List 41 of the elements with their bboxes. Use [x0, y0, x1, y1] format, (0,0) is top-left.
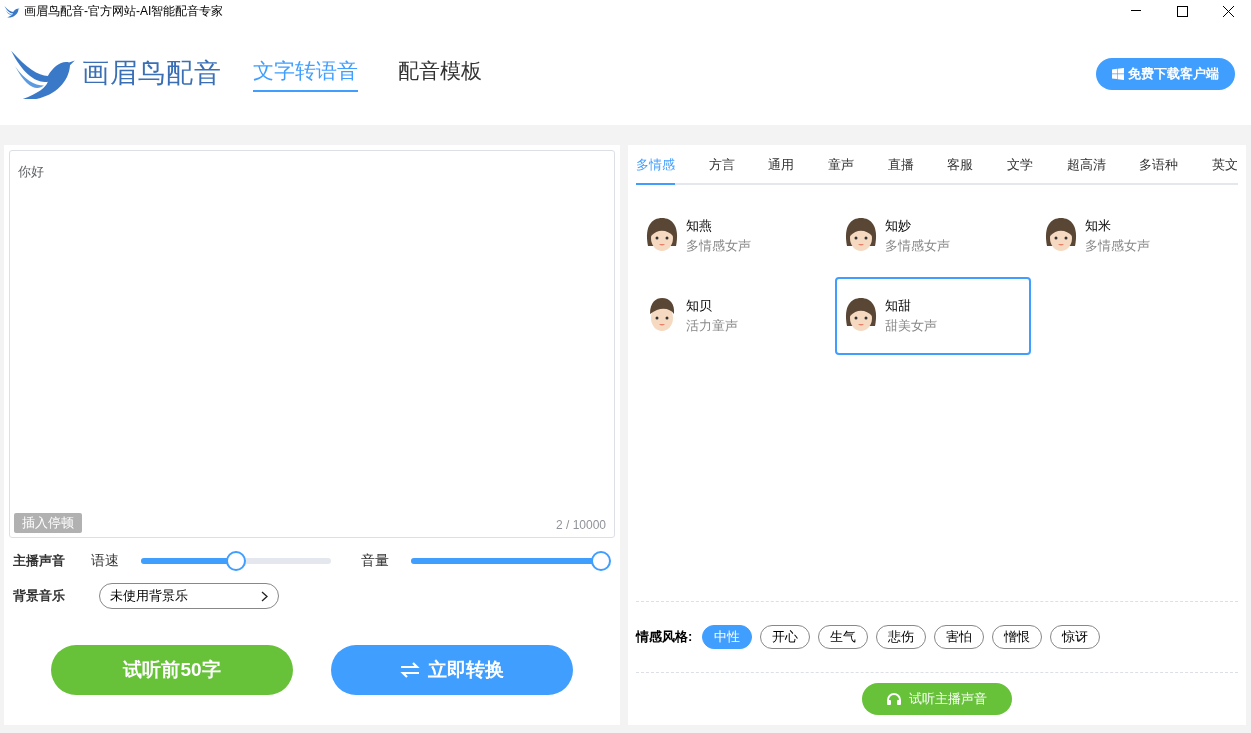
voice-name: 知米 [1084, 217, 1112, 235]
voice-category-tab[interactable]: 通用 [768, 155, 795, 185]
voice-description: 多情感女声 [885, 236, 951, 255]
nav-tab[interactable]: 配音模板 [398, 54, 482, 93]
voice-settings-label: 主播声音 [13, 551, 66, 570]
slider-label: 语速 [91, 551, 119, 570]
voice-category-tab[interactable]: 多语种 [1139, 155, 1179, 185]
voice-description: 多情感女声 [686, 236, 751, 255]
editor-text: 你好 [18, 164, 44, 179]
voice-category-tab[interactable]: 超高清 [1066, 155, 1106, 185]
emotion-chip[interactable]: 生气 [818, 625, 869, 649]
emotion-style-label: 情感风格: [636, 628, 693, 647]
voice-name: 知燕 [686, 217, 713, 235]
character-counter: 2 / 10000 [555, 517, 606, 534]
emotion-chip[interactable]: 害怕 [934, 625, 985, 649]
voice-category-tab[interactable]: 英文 [1211, 155, 1238, 185]
slider-label: 音量 [361, 551, 389, 570]
voice-category-tab[interactable]: 客服 [947, 155, 974, 185]
logo-text: 画眉鸟配音 [82, 57, 222, 91]
music-label: 背景音乐 [13, 587, 66, 606]
voice-category-tab[interactable]: 直播 [887, 155, 914, 185]
voice-card[interactable]: 知贝 活力童声 [636, 276, 832, 355]
emotion-chip[interactable]: 憎恨 [992, 625, 1043, 649]
voice-name: 知妙 [885, 217, 913, 235]
voice-category-tab[interactable]: 童声 [827, 155, 854, 185]
voice-category-tab[interactable]: 文学 [1006, 155, 1033, 185]
voice-description: 多情感女声 [1084, 236, 1150, 255]
voice-card[interactable]: 知燕 多情感女声 [636, 196, 832, 275]
voice-name: 知贝 [686, 297, 713, 315]
voice-card[interactable]: 知妙 多情感女声 [835, 196, 1031, 275]
voice-name: 知甜 [885, 297, 913, 315]
emotion-chip[interactable]: 开心 [760, 625, 811, 649]
voice-category-tab[interactable]: 方言 [708, 155, 735, 185]
window-title: 画眉鸟配音-官方网站-AI智能配音专家 [24, 3, 224, 20]
voice-description: 活力童声 [686, 316, 738, 335]
voice-card[interactable]: 知甜 甜美女声 [835, 276, 1031, 355]
text-editor[interactable]: 你好 插入停顿 2 / 10000 [9, 150, 615, 538]
emotion-chip[interactable]: 悲伤 [876, 625, 927, 649]
voice-description: 甜美女声 [885, 316, 938, 335]
emotion-chip[interactable]: 惊讶 [1050, 625, 1101, 649]
voice-card[interactable]: 知米 多情感女声 [1034, 196, 1230, 275]
